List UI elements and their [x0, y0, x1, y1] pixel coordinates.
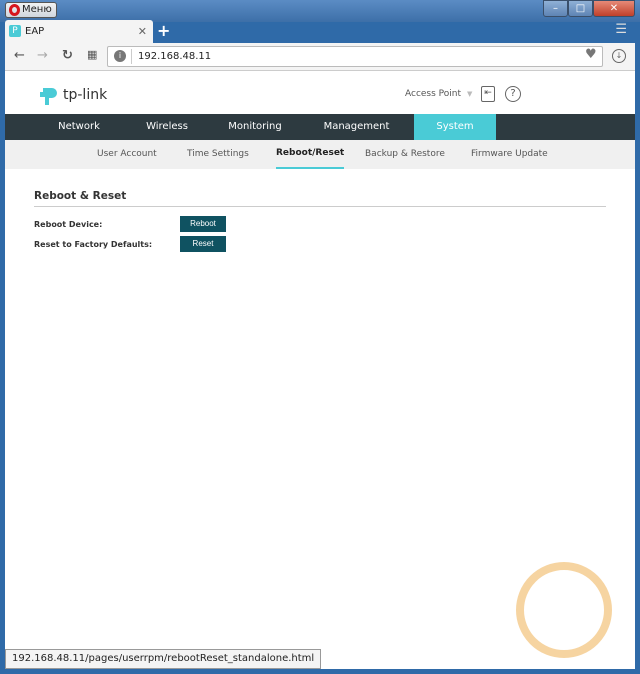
address-input[interactable]: i 192.168.48.11: [107, 46, 603, 67]
tp-link-logo-icon: [40, 88, 57, 105]
speed-dial-icon[interactable]: ▦: [87, 48, 97, 61]
subnav-time-settings[interactable]: Time Settings: [187, 140, 249, 169]
subnav-user-account[interactable]: User Account: [97, 140, 157, 169]
divider: [34, 206, 606, 207]
site-info-icon[interactable]: i: [114, 50, 126, 62]
close-tab-icon[interactable]: ✕: [138, 20, 147, 43]
forward-icon[interactable]: →: [37, 48, 48, 63]
reboot-button[interactable]: Reboot: [180, 216, 226, 232]
subnav-backup-restore[interactable]: Backup & Restore: [365, 140, 445, 169]
nav-network[interactable]: Network: [35, 114, 123, 140]
nav-management[interactable]: Management: [299, 114, 414, 140]
address-toolbar: ← → ↻ ▦ i 192.168.48.11 ♥ ↓: [5, 43, 635, 71]
nav-wireless[interactable]: Wireless: [123, 114, 211, 140]
opera-logo-icon: [9, 4, 20, 16]
back-icon[interactable]: ←: [14, 48, 25, 63]
opera-menu-button[interactable]: Меню: [5, 2, 57, 18]
minimize-button[interactable]: –: [543, 0, 568, 17]
close-window-button[interactable]: ✕: [593, 0, 635, 17]
main-nav: Network Wireless Monitoring Management S…: [5, 114, 635, 140]
status-bar-url: 192.168.48.11/pages/userrpm/rebootReset_…: [5, 649, 322, 669]
sub-nav: User Account Time Settings Reboot/Reset …: [5, 140, 635, 169]
browser-tab[interactable]: P EAP ✕: [5, 20, 153, 43]
tab-strip: P EAP ✕ + ☰: [5, 20, 635, 43]
subnav-reboot-reset[interactable]: Reboot/Reset: [276, 140, 345, 169]
mode-dropdown[interactable]: Access Point ▼: [405, 89, 472, 99]
tab-menu-icon[interactable]: ☰: [615, 22, 627, 37]
tp-link-logo: tp-link: [39, 84, 107, 106]
reset-label: Reset to Factory Defaults:: [34, 240, 153, 249]
nav-monitoring[interactable]: Monitoring: [211, 114, 299, 140]
logout-icon[interactable]: ⇤: [481, 86, 495, 102]
menu-label: Меню: [22, 4, 52, 15]
new-tab-button[interactable]: +: [157, 20, 170, 42]
tp-link-favicon-icon: P: [9, 25, 21, 37]
watermark-logo: [516, 562, 612, 658]
bookmark-heart-icon[interactable]: ♥: [585, 47, 597, 62]
chevron-down-icon: ▼: [467, 90, 473, 98]
subnav-firmware-update[interactable]: Firmware Update: [471, 140, 548, 169]
tab-title: EAP: [25, 26, 45, 37]
maximize-button[interactable]: □: [568, 0, 593, 17]
mode-label: Access Point: [405, 89, 462, 99]
logo-text: tp-link: [63, 87, 108, 103]
window-titlebar: Меню – □ ✕: [0, 0, 640, 22]
download-icon[interactable]: ↓: [612, 49, 626, 63]
reset-button[interactable]: Reset: [180, 236, 226, 252]
reload-icon[interactable]: ↻: [62, 48, 73, 63]
reboot-label: Reboot Device:: [34, 220, 103, 229]
help-icon[interactable]: ?: [505, 86, 521, 102]
nav-system[interactable]: System: [414, 114, 496, 140]
url-text: 192.168.48.11: [138, 51, 212, 62]
section-title: Reboot & Reset: [34, 190, 127, 202]
